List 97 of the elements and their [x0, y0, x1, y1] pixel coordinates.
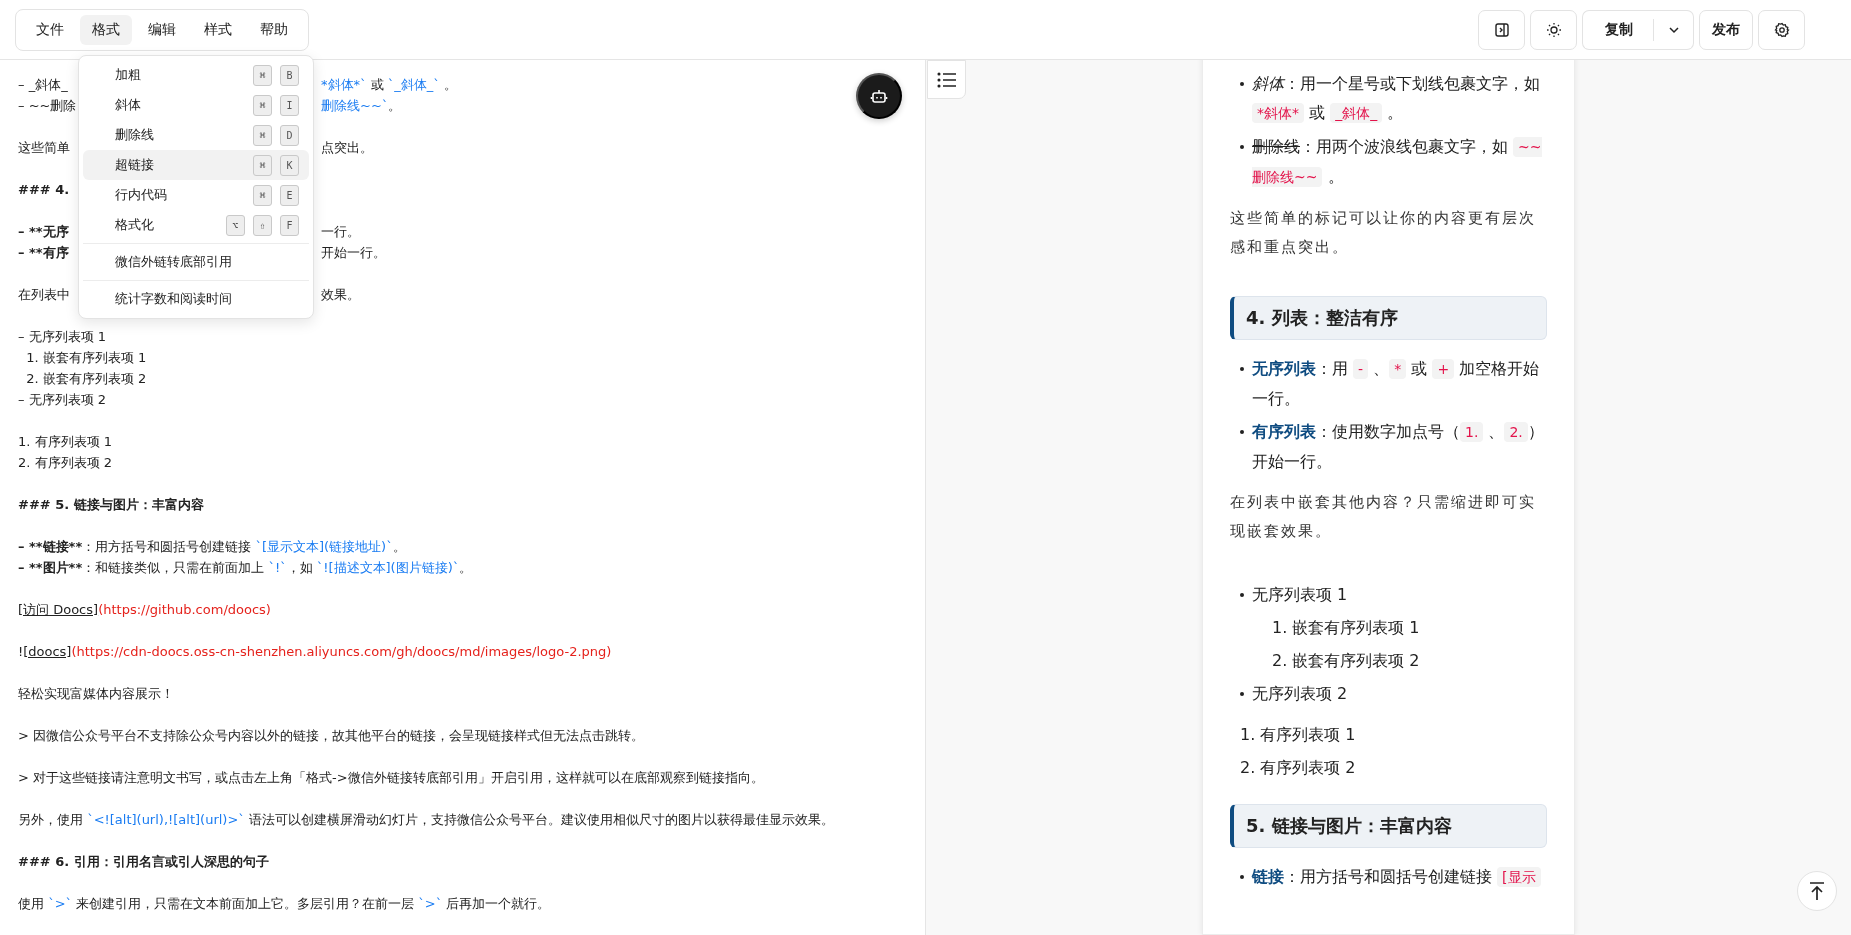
- list-item-text: 嵌套有序列表项 2: [1292, 650, 1421, 672]
- markdown-line: > 因微信公众号平台不支持除公众号内容以外的链接，故其他平台的链接，会呈现链接样式但无法点击跳转。: [18, 727, 646, 745]
- key-cap: I: [280, 94, 299, 116]
- assistant-button[interactable]: [856, 73, 902, 119]
- sun-icon: [1545, 21, 1562, 38]
- markdown-line: 2. 有序列表项 2: [18, 454, 113, 472]
- arrow-up-icon: [1808, 881, 1826, 901]
- key-cap: D: [280, 124, 299, 146]
- menu-item[interactable]: 加粗 ⌘ B: [83, 60, 309, 90]
- markdown-line: ### 6. 引用：引用名言或引人深思的句子: [18, 853, 270, 871]
- markdown-line: 另外，使用 `<![alt](url),![alt](url)>` 语法可以创建横屏滑动幻灯片，支持微信公众号平台。建议使用相似尺寸的图片以获得最佳显示效果。: [18, 811, 835, 829]
- copy-button[interactable]: 复制: [1582, 9, 1653, 50]
- bullet-icon: [1240, 367, 1244, 371]
- list-item-text: 斜体：用一个星号或下划线包裹文字，如 *斜体* 或 _斜体_ 。: [1252, 73, 1541, 125]
- key-cap: ⇧: [253, 214, 272, 236]
- markdown-line: 删除线~~`。: [321, 97, 402, 115]
- list-item-text: 嵌套有序列表项 1: [1292, 617, 1421, 639]
- paragraph: 这些简单的标记可以让你的内容更有层次感和重点突出。: [1230, 208, 1537, 258]
- list-item-text: 有序列表项 2: [1260, 757, 1357, 779]
- markdown-line: ### 5. 链接与图片：丰富内容: [18, 496, 205, 514]
- key-cap: K: [280, 154, 299, 176]
- key-cap: ⌥: [226, 214, 245, 236]
- back-to-top-button[interactable]: [1797, 871, 1837, 911]
- list-item-text: 无序列表：用 - 、 * 或 + 加空格开始一行。: [1252, 358, 1541, 410]
- list-item-text: 有序列表项 1: [1260, 724, 1357, 746]
- menu-button[interactable]: 编辑: [136, 14, 188, 45]
- sidebar-icon: [1493, 21, 1510, 38]
- markdown-line: – 无序列表项 2: [18, 391, 108, 409]
- publish-button[interactable]: 发布: [1699, 9, 1753, 50]
- key-cap: F: [280, 214, 299, 236]
- menu-item[interactable]: 斜体 ⌘ I: [83, 90, 309, 120]
- markdown-line: 点突出。: [321, 139, 373, 157]
- markdown-line: 2. 嵌套有序列表项 2: [25, 370, 148, 388]
- markdown-line: 在列表中: [18, 287, 70, 302]
- markdown-line: – _斜体_: [18, 77, 68, 92]
- key-cap: ⌘: [253, 94, 272, 116]
- key-cap: E: [280, 184, 299, 206]
- key-cap: ⌘: [253, 64, 272, 86]
- markdown-line: 1. 嵌套有序列表项 1: [25, 349, 148, 367]
- markdown-line: ![doocs](https://cdn-doocs.oss-cn-shenzhen.aliyuncs.com/gh/doocs/md/images/logo-2.png): [18, 643, 613, 661]
- menu-item[interactable]: 删除线 ⌘ D: [83, 120, 309, 150]
- list-icon: [936, 71, 957, 88]
- bullet-icon: [1240, 145, 1244, 149]
- markdown-line: *斜体*` 或 `_斜体_` 。: [321, 76, 457, 94]
- bullet-icon: [1240, 82, 1244, 86]
- key-cap: ⌘: [253, 124, 272, 146]
- theme-button[interactable]: [1530, 9, 1577, 50]
- outline-button[interactable]: [927, 60, 966, 99]
- list-item-text: 无序列表项 2: [1252, 683, 1349, 705]
- list-number: 2.: [1240, 757, 1256, 779]
- menu-button[interactable]: 帮助: [248, 14, 300, 45]
- markdown-line: ### 4.: [18, 182, 70, 197]
- markdown-line: – 无序列表项 1: [18, 328, 108, 346]
- markdown-line: [访问 Doocs](https://github.com/doocs): [18, 601, 272, 619]
- paragraph: 在列表中嵌套其他内容？只需缩进即可实现嵌套效果。: [1230, 492, 1537, 542]
- markdown-line: 效果。: [321, 286, 360, 304]
- caret-icon: [1667, 25, 1680, 34]
- menu-button[interactable]: 文件: [24, 14, 76, 45]
- menu-button[interactable]: 样式: [192, 14, 244, 45]
- markdown-line: 使用 `>` 来创建引用，只需在文本前面加上它。多层引用？在前一层 `>` 后再加一个就行。: [18, 895, 552, 913]
- menu-button[interactable]: 格式: [80, 14, 132, 45]
- markdown-line: – ~~删除: [18, 98, 77, 113]
- markdown-line: > 对于这些链接请注意明文书写，或点击左上角「格式->微信外链接转底部引用」开启引用，这样就可以在底部观察到链接指向。: [18, 769, 765, 787]
- menu-item[interactable]: 统计字数和阅读时间: [83, 284, 309, 314]
- key-cap: ⌘: [253, 184, 272, 206]
- list-item-text: 删除线：用两个波浪线包裹文字，如 ~~删除线~~ 。: [1252, 136, 1543, 189]
- menu-item[interactable]: 超链接 ⌘ K: [83, 150, 309, 180]
- robot-icon: [870, 87, 888, 105]
- markdown-line: – **图片**：和链接类似，只需在前面加上 `!`，如 `![描述文本](图片链接)`。: [18, 559, 474, 577]
- key-cap: B: [280, 64, 299, 86]
- bullet-icon: [1240, 593, 1244, 597]
- markdown-line: 1. 有序列表项 1: [18, 433, 113, 451]
- list-number: 2.: [1272, 650, 1288, 672]
- list-number: 1.: [1240, 724, 1256, 746]
- settings-icon: [1773, 21, 1790, 38]
- markdown-line: – **无序: [18, 224, 69, 239]
- settings-button[interactable]: [1758, 9, 1805, 50]
- markdown-line: 一行。: [321, 223, 360, 241]
- menu-item[interactable]: 微信外链转底部引用: [83, 247, 309, 277]
- bullet-icon: [1240, 692, 1244, 696]
- markdown-line: 轻松实现富媒体内容展示！: [18, 685, 175, 703]
- markdown-line: 开始一行。: [321, 244, 386, 262]
- key-cap: ⌘: [253, 154, 272, 176]
- markdown-line: – **有序: [18, 245, 69, 260]
- bullet-icon: [1240, 875, 1244, 879]
- section-heading: 4. 列表：整洁有序: [1230, 296, 1547, 340]
- bullet-icon: [1240, 430, 1244, 434]
- markdown-line: 这些简单: [18, 140, 70, 155]
- markdown-line: – **链接**：用方括号和圆括号创建链接 `[显示文本](链接地址)`。: [18, 538, 407, 556]
- menu-item[interactable]: 行内代码 ⌘ E: [83, 180, 309, 210]
- list-item-text: 有序列表：使用数字加点号（ 1. 、 2. ）开始一行。: [1252, 421, 1545, 473]
- sidebar-toggle-button[interactable]: [1478, 9, 1525, 50]
- section-heading: 5. 链接与图片：丰富内容: [1230, 804, 1547, 848]
- list-item-text: 链接：用方括号和圆括号创建链接 [显示: [1252, 862, 1547, 892]
- list-item-text: 无序列表项 1: [1252, 584, 1349, 606]
- list-number: 1.: [1272, 617, 1288, 639]
- menu-item[interactable]: 格式化 ⌥ ⇧ F: [83, 210, 309, 240]
